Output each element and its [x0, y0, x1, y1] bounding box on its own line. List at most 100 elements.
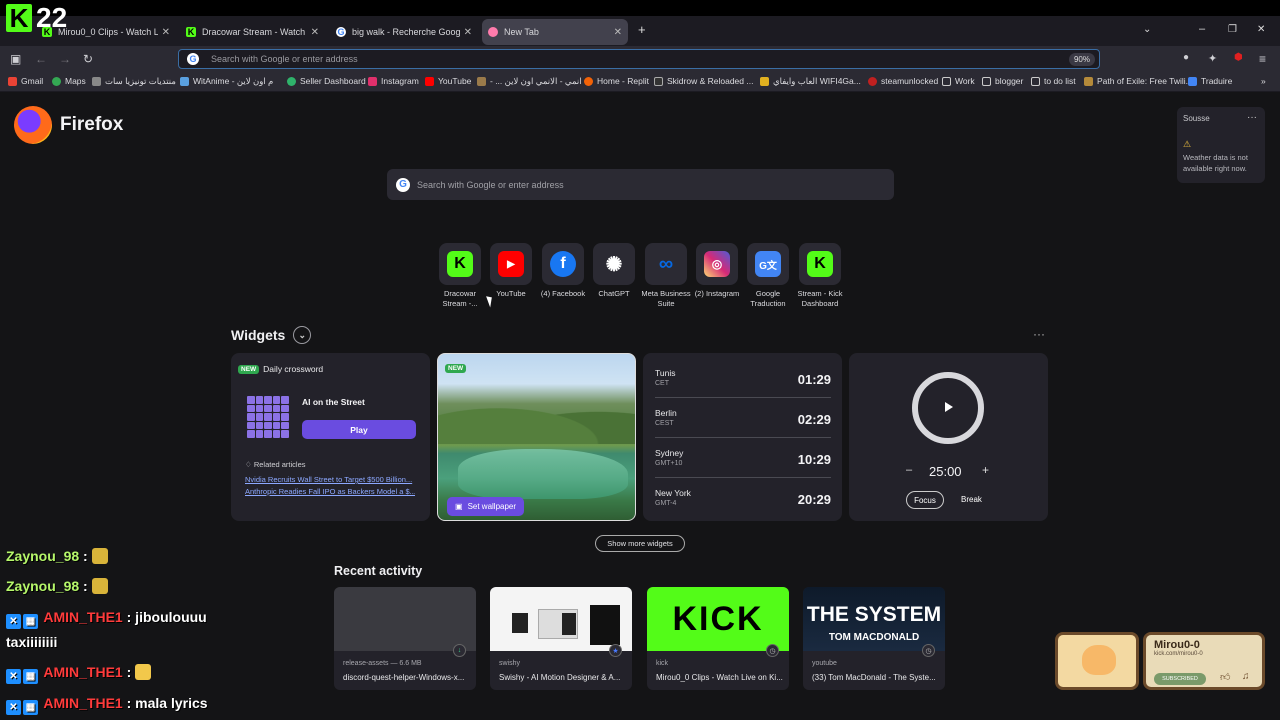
tab-dracowar-stream[interactable]: K Dracowar Stream - Watch L ✕ [180, 19, 325, 45]
article-link[interactable]: Nvidia Recruits Wall Street to Target $5… [245, 475, 415, 484]
widgets-title: Widgets [231, 327, 286, 343]
bookmark-youtube[interactable]: YouTube [425, 76, 471, 86]
shortcut-label: Dracowar Stream -... [442, 289, 478, 308]
bookmark-folder-blogger[interactable]: blogger [982, 76, 1023, 86]
google-icon: G [396, 177, 410, 192]
shortcut-label: Google Traduction [750, 289, 786, 308]
search-placeholder: Search with Google or enter address [417, 179, 564, 190]
crossword-heading: Daily crossword [263, 364, 324, 374]
bookmark-traduire[interactable]: Traduire [1188, 76, 1232, 86]
recent-item[interactable]: THE SYSTEM TOM MACDONALD ◷ youtube (33) … [803, 587, 945, 690]
focus-tab[interactable]: Focus [906, 491, 944, 509]
timer-decrease-button[interactable]: – [906, 464, 912, 476]
tab-close-icon[interactable]: ✕ [162, 27, 170, 38]
bookmark-seller-dashboard[interactable]: Seller Dashboard [287, 76, 366, 86]
bookmark-maps[interactable]: Maps [52, 76, 86, 86]
reload-icon[interactable]: ↻ [83, 52, 93, 66]
clock-icon: ◷ [922, 644, 935, 657]
zoom-level[interactable]: 90% [1068, 52, 1095, 66]
shortcut-label: YouTube [496, 289, 526, 298]
chat-message: ✕ ▦ AMIN_THE1 : [6, 664, 152, 684]
weather-menu-icon[interactable]: ··· [1247, 112, 1257, 123]
download-icon: ↓ [453, 644, 466, 657]
new-tab-button[interactable]: + [638, 22, 646, 37]
firefox-brand: Firefox [14, 106, 123, 144]
bookmark-steamunlocked[interactable]: steamunlocked [868, 76, 938, 86]
bookmarks-bar: Gmail Maps منتديات تونيزيا سات WitAnime … [0, 72, 1280, 92]
bookmark-gmail[interactable]: Gmail [8, 76, 43, 86]
bookmark-instagram[interactable]: Instagram [368, 76, 419, 86]
chevron-down-icon[interactable]: ⌄ [293, 326, 312, 344]
tab-close-icon[interactable]: ✕ [311, 27, 319, 38]
minimize-icon[interactable]: – [1199, 23, 1205, 35]
break-tab[interactable]: Break [961, 495, 982, 504]
set-wallpaper-button[interactable]: ▣ Set wallpaper [447, 497, 525, 516]
widgets-menu-icon[interactable]: ··· [1033, 327, 1045, 341]
shortcut-google-traduction[interactable]: G文 Google Traduction [743, 243, 793, 309]
ublock-icon[interactable]: ⬢ [1234, 52, 1243, 63]
tab-close-icon[interactable]: ✕ [614, 27, 622, 38]
sidebar-toggle-icon[interactable]: ▣ [10, 52, 21, 66]
recent-source: kick [656, 660, 669, 667]
bookmark-replit[interactable]: Home - Replit [584, 76, 649, 86]
tab-close-icon[interactable]: ✕ [464, 27, 472, 38]
bookmark-folder-todo[interactable]: to do list [1031, 76, 1076, 86]
tab-title: big walk - Recherche Google [352, 27, 460, 37]
extensions-icon[interactable]: ✦ [1208, 52, 1217, 65]
timer-increase-button[interactable]: + [982, 463, 989, 477]
bookmark-witanime[interactable]: WitAnime - م اون لاين [180, 76, 273, 87]
shortcut-instagram[interactable]: ◎ (2) Instagram [692, 243, 742, 299]
world-clock-widget: Tunis CET 01:29 Berlin CEST 02:29 Sydney… [643, 353, 842, 521]
show-more-widgets-button[interactable]: Show more widgets [595, 535, 685, 552]
close-window-icon[interactable]: ✕ [1257, 24, 1265, 35]
bookmark-wifi4games[interactable]: العاب وايفاي WIFI4Ga... [760, 76, 861, 87]
wallpaper-widget: NEW ▣ Set wallpaper [437, 353, 636, 521]
recent-item[interactable]: ★ swishy Swishy - AI Motion Designer & A… [490, 587, 632, 690]
tab-new-tab[interactable]: New Tab ✕ [482, 19, 628, 45]
account-icon[interactable]: ● [1183, 52, 1189, 63]
shortcut-chatgpt[interactable]: ✺ ChatGPT [589, 243, 639, 299]
emote-icon [91, 578, 108, 594]
related-articles-label: Related articles [253, 460, 306, 469]
recent-title: (33) Tom MacDonald - The Syste... [812, 673, 936, 682]
recent-title: Swishy - AI Motion Designer & A... [499, 673, 621, 682]
bookmark-skidrow[interactable]: Skidrow & Reloaded ... [654, 76, 753, 86]
search-input[interactable]: G Search with Google or enter address [387, 169, 894, 200]
bookmark-tunisia-sat[interactable]: منتديات تونيزيا سات [92, 76, 176, 87]
maximize-icon[interactable]: ❐ [1228, 24, 1237, 35]
play-icon[interactable] [945, 402, 953, 412]
shortcut-kick-dashboard[interactable]: K Stream - Kick Dashboard [795, 243, 845, 309]
thumbnail-subtitle: TOM MACDONALD [828, 632, 920, 643]
play-button[interactable]: Play [302, 420, 416, 439]
thumbs-up-icon: 👍︎ [1220, 672, 1231, 683]
maps-icon [52, 76, 61, 86]
shortcut-youtube[interactable]: ▶ YouTube [486, 243, 536, 299]
tab-google-search[interactable]: G big walk - Recherche Google ✕ [330, 19, 478, 45]
stream-counter: K 22 [6, 2, 67, 34]
shortcut-meta-business[interactable]: ∞ Meta Business Suite [641, 243, 691, 309]
recent-item[interactable]: KICK ◷ kick Mirou0_0 Clips - Watch Live … [647, 587, 789, 690]
tab-list-chevron-icon[interactable]: ⌄ [1143, 24, 1151, 35]
bookmark-path-of-exile[interactable]: Path of Exile: Free Twili... [1084, 76, 1193, 86]
steamunlocked-icon [868, 76, 877, 86]
article-link[interactable]: Anthropic Readies Fall IPO as Backers Mo… [245, 487, 415, 496]
witanime-icon [180, 77, 189, 86]
menu-icon[interactable]: ≡ [1259, 52, 1266, 66]
facebook-icon: f [550, 251, 576, 277]
google-engine-icon[interactable]: G [187, 53, 199, 65]
badge-icon: ▦ [23, 614, 38, 629]
address-bar[interactable]: G Search with Google or enter address 90… [178, 49, 1100, 69]
bookmark-folder-work[interactable]: Work [942, 76, 975, 86]
forward-icon[interactable]: → [59, 52, 71, 66]
shortcut-label: (4) Facebook [540, 289, 586, 298]
bookmarks-overflow-icon[interactable]: » [1261, 76, 1266, 86]
shortcut-dracowar[interactable]: K Dracowar Stream -... [435, 243, 485, 309]
recent-item[interactable]: ↓ release-assets — 6.6 MB discord-quest-… [334, 587, 476, 690]
badge-icon: ✕ [6, 614, 21, 629]
weather-widget: Sousse ··· ⚠ Weather data is not availab… [1177, 107, 1265, 183]
bell-icon: ♫ [1242, 671, 1250, 682]
warning-icon: ⚠ [1183, 139, 1192, 149]
back-icon[interactable]: ← [35, 52, 47, 66]
shortcut-facebook[interactable]: f (4) Facebook [538, 243, 588, 299]
bookmark-anime[interactable]: - ... انمي - الانمي اون لاين [477, 76, 582, 87]
